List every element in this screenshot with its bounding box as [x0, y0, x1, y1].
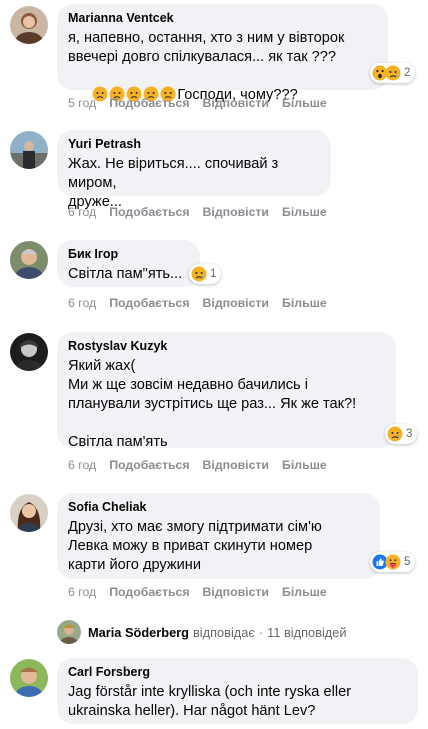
like-button[interactable]: Подобається: [109, 296, 189, 310]
avatar[interactable]: [10, 131, 48, 169]
comment-author[interactable]: Rostyslav Kuzyk: [68, 339, 384, 353]
comment-time[interactable]: 6 год: [68, 296, 96, 310]
more-button[interactable]: Більше: [282, 296, 327, 310]
avatar[interactable]: [10, 494, 48, 532]
avatar[interactable]: [10, 241, 48, 279]
more-button[interactable]: Більше: [282, 458, 327, 472]
separator-dot: ·: [258, 624, 264, 640]
reaction-summary[interactable]: 2: [370, 63, 416, 83]
comment-time[interactable]: 6 год: [68, 585, 96, 599]
comment-bubble: Carl Forsberg Jag förstår inte krylliska…: [57, 658, 418, 724]
comment-actions: 5 год Подобається Відповісти Більше: [68, 96, 327, 110]
comment-bubble: Rostyslav Kuzyk Який жах( Ми ж ще зовсім…: [57, 332, 396, 450]
reply-verb: відповідає: [192, 624, 255, 640]
sad-reaction-icon: [387, 426, 403, 442]
more-button[interactable]: Більше: [282, 96, 327, 110]
comment-text: Який жах( Ми ж ще зовсім недавно бачилис…: [68, 358, 357, 450]
comment-actions: 6 год Подобається Відповісти Більше: [68, 205, 327, 219]
comment-author[interactable]: Marianna Ventcek: [68, 11, 376, 25]
comment-text: Jag förstår inte krylliska (och inte rys…: [68, 684, 352, 719]
like-button[interactable]: Подобається: [109, 585, 189, 599]
reply-author: Maria Söderberg: [88, 624, 189, 640]
comment-time[interactable]: 6 год: [68, 458, 96, 472]
reaction-summary[interactable]: 1: [189, 264, 222, 284]
avatar[interactable]: [10, 6, 48, 44]
avatar[interactable]: [10, 333, 48, 371]
reply-button[interactable]: Відповісти: [203, 296, 269, 310]
comment-time[interactable]: 5 год: [68, 96, 96, 110]
comment-author[interactable]: Carl Forsberg: [68, 665, 406, 679]
like-button[interactable]: Подобається: [109, 96, 189, 110]
avatar: [57, 620, 81, 644]
reaction-summary[interactable]: 3: [385, 424, 418, 444]
comment-bubble: Бик Ігор Світла пам"ять...: [57, 240, 200, 287]
reply-button[interactable]: Відповісти: [203, 458, 269, 472]
reaction-count: 1: [210, 268, 217, 280]
reaction-count: 5: [404, 556, 411, 568]
reply-button[interactable]: Відповісти: [203, 205, 269, 219]
avatar[interactable]: [10, 659, 48, 697]
comment-author[interactable]: Yuri Petrash: [68, 137, 319, 151]
like-button[interactable]: Подобається: [109, 458, 189, 472]
reaction-summary[interactable]: 5: [370, 552, 416, 572]
comment-actions: 6 год Подобається Відповісти Більше: [68, 458, 327, 472]
comment-time[interactable]: 6 год: [68, 205, 96, 219]
like-button[interactable]: Подобається: [109, 205, 189, 219]
sad-reaction-icon: [191, 266, 207, 282]
more-button[interactable]: Більше: [282, 585, 327, 599]
care-reaction-icon: [385, 554, 401, 570]
view-replies-link[interactable]: Maria Söderberg відповідає · 11 відповід…: [57, 620, 347, 644]
comment-text: я, напевно, остання, хто з ним у вівторо…: [68, 30, 345, 65]
comment-bubble: Sofia Cheliak Друзі, хто має змогу підтр…: [57, 493, 380, 579]
more-button[interactable]: Більше: [282, 205, 327, 219]
reply-count: 11 відповідей: [267, 624, 347, 640]
comment-text: Друзі, хто має змогу підтримати сім'ю Ле…: [68, 519, 322, 573]
reply-button[interactable]: Відповісти: [203, 96, 269, 110]
reply-button[interactable]: Відповісти: [203, 585, 269, 599]
reaction-count: 2: [404, 67, 411, 79]
comment-actions: 6 год Подобається Відповісти Більше: [68, 585, 327, 599]
comment-bubble: Yuri Petrash Жах. Не віриться.... спочив…: [57, 130, 331, 210]
comment-bubble: Marianna Ventcek я, напевно, остання, хт…: [57, 4, 388, 103]
comment-author[interactable]: Sofia Cheliak: [68, 500, 368, 514]
comment-text: Світла пам"ять...: [68, 266, 183, 282]
comment-author[interactable]: Бик Ігор: [68, 247, 188, 261]
comment-text: Жах. Не віриться.... спочивай з миром, д…: [68, 156, 279, 210]
comment-actions: 6 год Подобається Відповісти Більше: [68, 296, 327, 310]
reaction-count: 3: [406, 428, 413, 440]
sad-reaction-icon: [385, 65, 401, 81]
